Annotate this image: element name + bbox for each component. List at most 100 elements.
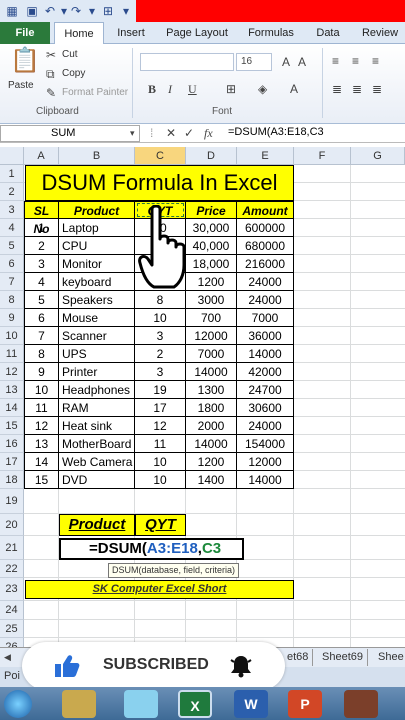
customize-toolbar-icon[interactable]: ▾ <box>118 3 134 19</box>
cell-sl-no[interactable]: 15 <box>24 471 59 489</box>
tab-review[interactable]: Review <box>355 22 405 44</box>
cell-price[interactable]: 18,000 <box>186 255 237 273</box>
row-header[interactable]: 23 <box>0 578 24 601</box>
cell-sl-no[interactable]: 7 <box>24 327 59 345</box>
column-header-d[interactable]: D <box>186 147 237 165</box>
cell-qyt[interactable]: 17 <box>135 399 186 417</box>
cell-amount[interactable]: 216000 <box>237 255 294 273</box>
criteria-product[interactable]: Product <box>59 514 135 536</box>
row-header[interactable]: 5 <box>0 237 24 255</box>
cell-price[interactable]: 7000 <box>186 345 237 363</box>
insert-function-icon[interactable]: fx <box>204 126 213 140</box>
underline-button[interactable]: U <box>188 82 197 96</box>
cell-sl-no[interactable]: 10 <box>24 381 59 399</box>
cell-product[interactable]: DVD <box>59 471 135 489</box>
cell-sl-no[interactable]: 3 <box>24 255 59 273</box>
column-header-b[interactable]: B <box>59 147 135 165</box>
cell-price[interactable]: 700 <box>186 309 237 327</box>
cell-sl-no[interactable]: 9 <box>24 363 59 381</box>
row-header[interactable]: 2 <box>0 183 24 201</box>
row-header[interactable]: 9 <box>0 309 24 327</box>
column-header-g[interactable]: G <box>351 147 405 165</box>
cell-amount[interactable]: 14000 <box>237 471 294 489</box>
align-middle-icon[interactable]: ≡ <box>352 54 359 68</box>
cell-amount[interactable]: 14000 <box>237 345 294 363</box>
cell-price[interactable]: 2000 <box>186 417 237 435</box>
cell-price[interactable]: 14000 <box>186 435 237 453</box>
align-bottom-icon[interactable]: ≡ <box>372 54 379 68</box>
app-taskbar-icon[interactable] <box>344 690 378 718</box>
sheet-tab-69[interactable]: Sheet69 <box>318 649 368 666</box>
header-product[interactable]: Product <box>59 201 135 219</box>
column-header-a[interactable]: A <box>24 147 59 165</box>
row-header[interactable]: 16 <box>0 435 24 453</box>
cell-product[interactable]: Speakers <box>59 291 135 309</box>
cell-product[interactable]: Scanner <box>59 327 135 345</box>
cell-amount[interactable]: 24000 <box>237 273 294 291</box>
cell-amount[interactable]: 600000 <box>237 219 294 237</box>
bell-icon[interactable] <box>229 654 253 678</box>
tab-home[interactable]: Home <box>54 22 104 45</box>
row-header[interactable]: 24 <box>0 601 24 620</box>
cell-qyt[interactable]: 10 <box>135 309 186 327</box>
paste-icon[interactable]: 📋 <box>10 48 40 74</box>
row-header[interactable]: 25 <box>0 620 24 638</box>
cell-sl-no[interactable]: 13 <box>24 435 59 453</box>
redo-icon[interactable]: ↷ <box>68 3 84 19</box>
tab-insert[interactable]: Insert <box>108 22 154 44</box>
cell-amount[interactable]: 24000 <box>237 417 294 435</box>
tab-page-layout[interactable]: Page Layout <box>160 22 234 44</box>
cell-amount[interactable]: 7000 <box>237 309 294 327</box>
scroll-first-sheet-icon[interactable]: ◀ <box>4 650 11 664</box>
cell-product[interactable]: Monitor <box>59 255 135 273</box>
subscribe-overlay[interactable]: SUBSCRIBED <box>22 642 285 690</box>
cell-qyt[interactable]: 19 <box>135 381 186 399</box>
cell-product[interactable]: RAM <box>59 399 135 417</box>
row-header[interactable]: 13 <box>0 381 24 399</box>
fill-color-icon[interactable]: ◈ <box>258 82 267 96</box>
cell-price[interactable]: 12000 <box>186 327 237 345</box>
cell-sl-no[interactable]: 11 <box>24 399 59 417</box>
worksheet-grid[interactable]: A B C D E F G 1 2 3 4 5 6 7 8 9 10 11 12 13 14 15 16 17 1… <box>0 147 405 656</box>
cell-price[interactable]: 30,000 <box>186 219 237 237</box>
cell-qyt[interactable]: 11 <box>135 435 186 453</box>
cancel-icon[interactable]: ✕ <box>166 126 176 140</box>
row-header[interactable]: 3 <box>0 201 24 219</box>
cell-qyt[interactable]: 3 <box>135 363 186 381</box>
row-header[interactable]: 7 <box>0 273 24 291</box>
cell-qyt[interactable]: 2 <box>135 345 186 363</box>
borders-icon[interactable]: ⊞ <box>226 82 236 96</box>
header-amount[interactable]: Amount <box>237 201 294 219</box>
cell-product[interactable]: keyboard <box>59 273 135 291</box>
cell-price[interactable]: 1400 <box>186 471 237 489</box>
shrink-font-icon[interactable]: A <box>298 55 306 69</box>
sheet-tab-68[interactable]: et68 <box>283 649 314 666</box>
formula-edit-cell[interactable]: =DSUM(A3:E18,C3 <box>59 538 244 560</box>
tab-file[interactable]: File <box>0 22 50 44</box>
paste-button[interactable]: Paste <box>8 80 34 91</box>
row-header[interactable]: 4 <box>0 219 24 237</box>
cell-sl-no[interactable]: 5 <box>24 291 59 309</box>
powerpoint-taskbar-icon[interactable]: P <box>288 690 322 718</box>
cell-qyt[interactable]: 10 <box>135 453 186 471</box>
format-painter-button[interactable]: Format Painter <box>62 87 128 98</box>
media-icon[interactable] <box>124 690 158 718</box>
tab-data[interactable]: Data <box>308 22 348 44</box>
name-box-dropdown-icon[interactable]: ▾ <box>130 126 135 140</box>
cell-price[interactable]: 1800 <box>186 399 237 417</box>
cell-product[interactable]: Mouse <box>59 309 135 327</box>
cell-product[interactable]: MotherBoard <box>59 435 135 453</box>
cell-sl-no[interactable]: 14 <box>24 453 59 471</box>
sheet-tab-70[interactable]: Shee <box>374 649 405 666</box>
cell-amount[interactable]: 680000 <box>237 237 294 255</box>
cell-amount[interactable]: 24000 <box>237 291 294 309</box>
italic-button[interactable]: I <box>168 82 172 96</box>
cell-amount[interactable]: 30600 <box>237 399 294 417</box>
row-header[interactable]: 10 <box>0 327 24 345</box>
cell-product[interactable]: Web Camera <box>59 453 135 471</box>
explorer-icon[interactable] <box>62 690 96 718</box>
quick-access-icon[interactable]: ⊞ <box>100 3 116 19</box>
cell-qyt[interactable]: 10 <box>135 471 186 489</box>
cell-qyt[interactable]: 12 <box>135 417 186 435</box>
name-box[interactable]: SUM <box>0 125 140 142</box>
